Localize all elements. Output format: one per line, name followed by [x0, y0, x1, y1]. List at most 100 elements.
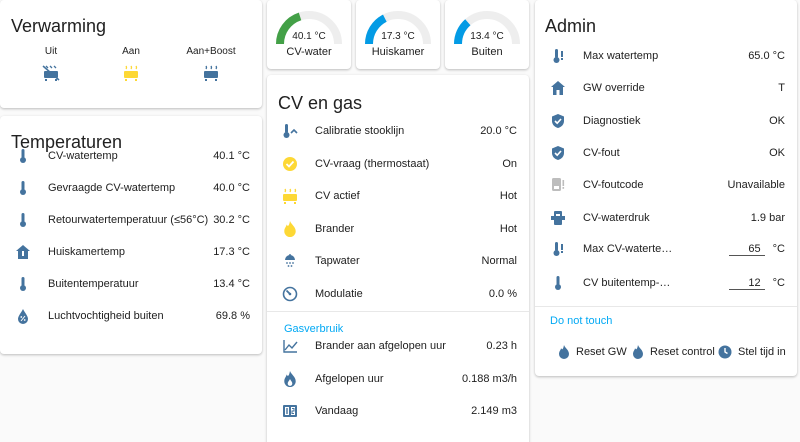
gauge-huiskamer[interactable]: 17.3 °C Huiskamer [356, 0, 440, 69]
section-do-not-touch: Do not touch [550, 315, 613, 327]
entity-value: Hot [499, 222, 517, 235]
entity-value: 1.9 bar [750, 211, 785, 224]
entity-value: 20.0 °C [480, 125, 517, 137]
entity-row[interactable]: Afgelopen uur 0.188 m3/h [267, 363, 529, 395]
entity-row[interactable]: Modulatie 0.0 % [267, 278, 529, 310]
unit-label: °C [772, 243, 785, 255]
entity-name: Gevraagde CV-watertemp [48, 182, 176, 194]
water-pump-icon [547, 207, 569, 229]
entity-name: Retourwatertemperatuur (≤56°C) [48, 214, 209, 226]
entity-value: T [778, 82, 785, 95]
entity-row[interactable]: GW override T [535, 72, 797, 104]
entity-name: CV-watertemp [48, 150, 118, 162]
cv-buitentemp-input[interactable]: 12 [728, 277, 765, 290]
entity-row[interactable]: CV-waterdruk 1.9 bar [535, 202, 797, 234]
temperaturen-card: Temperaturen CV-watertemp 40.1 °C Gevraagd… [0, 116, 262, 354]
thermometer-icon [12, 273, 34, 295]
entity-value: 0.188 m3/h [461, 372, 517, 385]
fire-icon [633, 345, 643, 359]
entity-value: Unavailable [727, 179, 785, 192]
entity-name: CV-vraag (thermostaat) [315, 157, 430, 170]
gauge-name: Buiten [471, 46, 503, 58]
shower-icon [279, 250, 301, 272]
entity-name: Max watertemp [583, 50, 659, 62]
entity-row[interactable]: CV-foutcode Unavailable [535, 169, 797, 201]
cv-buitentemp-input-row: CV buitentemp-… 12 °C [535, 267, 797, 299]
water-percent-icon [12, 305, 34, 327]
entity-row[interactable]: CV actief Hot [267, 180, 529, 212]
entity-name: CV actief [315, 190, 360, 202]
gauge-value: 40.1 °C [292, 31, 326, 42]
entity-value: Hot [499, 190, 517, 202]
entity-row[interactable]: CV-vraag (thermostaat) On [267, 148, 529, 180]
mode-aan-boost-button[interactable]: Aan+Boost [171, 46, 251, 84]
mode-aan-button[interactable]: Aan [91, 46, 171, 84]
entity-row[interactable]: Tapwater Normal [267, 245, 529, 277]
entity-name: CV-fout [583, 146, 620, 159]
gas-flame-icon [279, 368, 301, 390]
entity-row[interactable]: CV-fout OK [535, 137, 797, 169]
entity-row[interactable]: Buitentemperatuur 13.4 °C [0, 268, 262, 300]
chart-line-icon [279, 335, 301, 357]
max-cv-watertemp-input-row: Max CV-waterte… 65 °C [535, 233, 797, 265]
gauge-name: Huiskamer [371, 46, 425, 58]
entity-name: CV-waterdruk [583, 211, 650, 224]
gauge-buiten[interactable]: 13.4 °C Buiten [445, 0, 529, 69]
entity-value: 40.1 °C [213, 150, 250, 162]
divider [535, 306, 797, 307]
entity-value: 69.8 % [215, 310, 250, 322]
entity-row[interactable]: Brander aan afgelopen uur 0.23 h [267, 330, 529, 362]
entity-value: 2.149 m3 [471, 405, 517, 417]
stel-tijd-in-button[interactable]: Stel tijd in [718, 345, 786, 359]
thermometer-icon [12, 209, 34, 231]
home-thermometer-icon [12, 241, 34, 263]
thermometer-alert-icon [547, 45, 569, 67]
reset-gw-button[interactable]: Reset GW [558, 345, 627, 359]
counter-icon [279, 400, 301, 422]
clock-icon [718, 345, 732, 359]
thermometer-icon [547, 272, 569, 294]
mode-uit-button[interactable]: Uit [11, 46, 91, 84]
entity-row[interactable]: Brander Hot [267, 213, 529, 245]
thermometer-chevron-icon [279, 120, 301, 142]
verwarming-card: Verwarming Uit Aan Aan+Boost [0, 0, 262, 108]
entity-row[interactable]: Max watertemp 65.0 °C [535, 40, 797, 72]
card-title: Verwarming [11, 16, 107, 36]
max-cv-watertemp-input[interactable]: 65 [728, 243, 765, 256]
entity-name: Brander aan afgelopen uur [315, 340, 446, 352]
radiator-icon [279, 185, 301, 207]
admin-card: Admin Max watertemp 65.0 °C GW override T Di… [535, 0, 797, 376]
entity-row[interactable]: Diagnostiek OK [535, 105, 797, 137]
entity-row[interactable]: Retourwatertemperatuur (≤56°C) 30.2 °C [0, 204, 262, 236]
entity-name: GW override [583, 82, 645, 95]
entity-value: 40.0 °C [213, 182, 250, 194]
entity-row[interactable]: Calibratie stooklijn 20.0 °C [267, 115, 529, 147]
entity-name: Tapwater [315, 255, 360, 267]
entity-row[interactable]: Gevraagde CV-watertemp 40.0 °C [0, 172, 262, 204]
entity-value: 13.4 °C [213, 278, 250, 290]
entity-value: 0.23 h [486, 340, 517, 352]
reset-control-button[interactable]: Reset control [632, 345, 715, 359]
entity-row[interactable]: Luchtvochtigheid buiten 69.8 % [0, 300, 262, 332]
entity-row[interactable]: Vandaag 2.149 m3 [267, 395, 529, 427]
gauge-icon [279, 283, 301, 305]
entity-name: Buitentemperatuur [48, 278, 139, 290]
gauge-cv-water[interactable]: 40.1 °C CV-water [267, 0, 351, 69]
mode-label: Aan [122, 46, 140, 57]
entity-row[interactable]: CV-watertemp 40.1 °C [0, 140, 262, 172]
mode-label: Aan+Boost [186, 46, 236, 57]
cv-en-gas-card: CV en gas Calibratie stooklijn 20.0 °C CV-… [267, 75, 529, 442]
entity-name: Vandaag [315, 405, 359, 417]
action-label: Reset control [650, 346, 715, 358]
home-icon [547, 77, 569, 99]
entity-row[interactable]: Huiskamertemp 17.3 °C [0, 236, 262, 268]
radiator-icon [124, 65, 138, 81]
entity-value: OK [769, 114, 785, 127]
mode-label: Uit [44, 46, 58, 57]
entity-value: On [502, 157, 517, 170]
entity-name: Brander [315, 222, 355, 235]
entity-value: Normal [481, 255, 517, 267]
entity-name: Calibratie stooklijn [315, 125, 405, 137]
thermometer-icon [12, 177, 34, 199]
entity-value: 30.2 °C [213, 214, 250, 226]
